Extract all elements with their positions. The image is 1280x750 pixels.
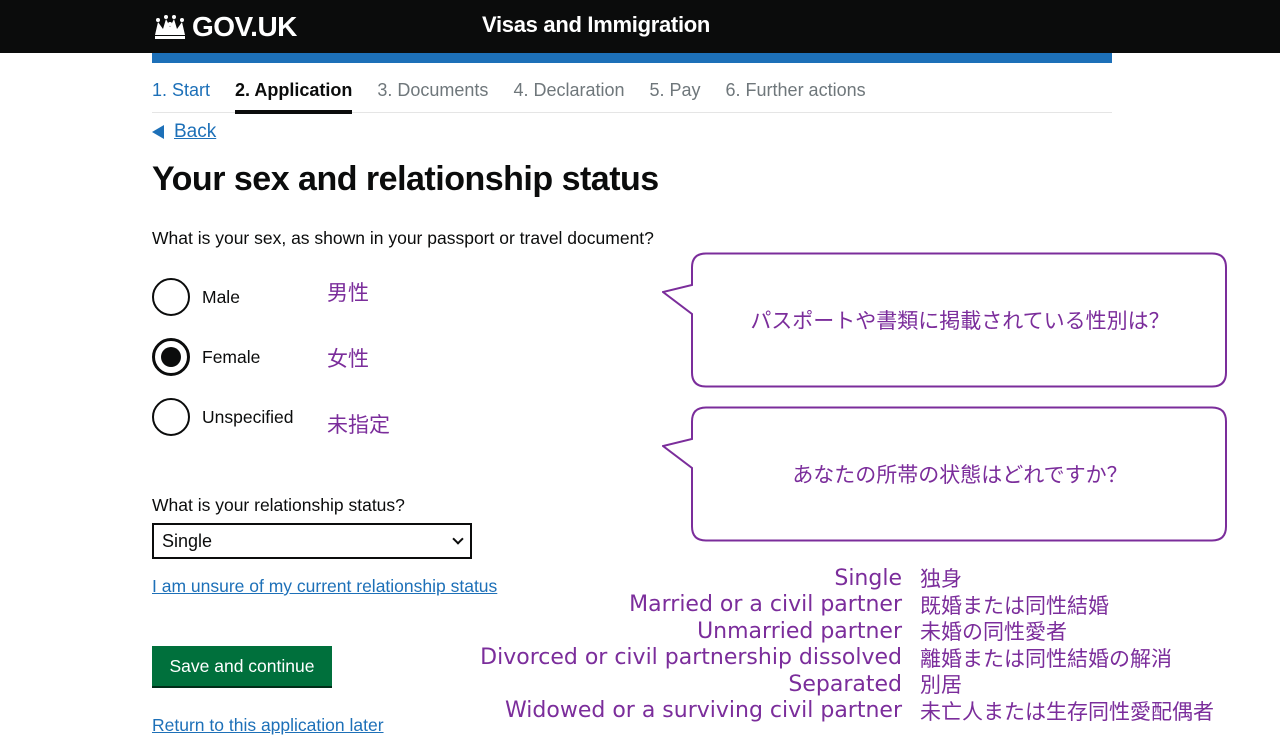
radio-female-label[interactable]: Female bbox=[202, 347, 260, 368]
crown-icon bbox=[155, 15, 185, 39]
progress-steps: 1. Start 2. Application 3. Documents 4. … bbox=[152, 80, 1112, 114]
step-application: 2. Application bbox=[235, 80, 353, 114]
translation-en: Unmarried partner bbox=[697, 618, 902, 644]
step-start[interactable]: 1. Start bbox=[152, 80, 210, 112]
save-and-continue-button[interactable]: Save and continue bbox=[152, 646, 332, 686]
step-further-actions: 6. Further actions bbox=[725, 80, 866, 100]
back-link-label: Back bbox=[174, 121, 217, 142]
radio-female-circle[interactable] bbox=[152, 338, 190, 376]
translation-en: Widowed or a surviving civil partner bbox=[505, 698, 902, 724]
translation-en: Married or a civil partner bbox=[629, 592, 902, 618]
translation-jp: 離婚または同性結婚の解消 bbox=[920, 646, 1172, 671]
jp-annotation-female: 女性 bbox=[327, 347, 369, 371]
govuk-logo-text: GOV.UK bbox=[192, 11, 297, 42]
step-documents: 3. Documents bbox=[377, 80, 489, 100]
govuk-logo-link[interactable]: GOV.UK bbox=[152, 10, 297, 44]
chevron-down-icon bbox=[452, 533, 464, 545]
translation-jp: 未婚の同性愛者 bbox=[920, 620, 1067, 645]
radio-female[interactable]: Female bbox=[152, 338, 260, 376]
relationship-status-value: Single bbox=[162, 530, 213, 551]
service-name[interactable]: Visas and Immigration bbox=[482, 12, 710, 38]
relationship-translations: Single 独身 Married or a civil partner 既婚ま… bbox=[440, 565, 1240, 724]
radio-unspecified-label[interactable]: Unspecified bbox=[202, 407, 293, 428]
speech-bubble-relationship: あなたの所帯の状態はどれですか？ bbox=[662, 406, 1228, 542]
return-later-link[interactable]: Return to this application later bbox=[152, 715, 384, 736]
translation-row: Widowed or a surviving civil partner 未亡人… bbox=[440, 698, 1240, 725]
gov-header: GOV.UK Visas and Immigration bbox=[0, 0, 1280, 53]
translation-row: Separated 別居 bbox=[440, 671, 1240, 698]
translation-row: Unmarried partner 未婚の同性愛者 bbox=[440, 618, 1240, 645]
header-blue-bar bbox=[152, 53, 1112, 63]
translation-jp: 既婚または同性結婚 bbox=[920, 593, 1109, 618]
radio-male-circle[interactable] bbox=[152, 278, 190, 316]
back-arrow-icon bbox=[152, 125, 164, 139]
translation-jp: 未亡人または生存同性愛配偶者 bbox=[920, 699, 1214, 724]
jp-annotation-unspecified: 未指定 bbox=[327, 413, 390, 437]
step-pay: 5. Pay bbox=[649, 80, 701, 100]
translation-jp: 別居 bbox=[920, 673, 962, 698]
radio-unspecified-circle[interactable] bbox=[152, 398, 190, 436]
translation-row: Single 独身 bbox=[440, 565, 1240, 592]
translation-en: Single bbox=[834, 565, 902, 591]
jp-annotation-male: 男性 bbox=[327, 281, 369, 305]
translation-row: Married or a civil partner 既婚または同性結婚 bbox=[440, 592, 1240, 619]
speech-bubble-relationship-text: あなたの所帯の状態はどれですか？ bbox=[792, 463, 1128, 487]
translation-en: Separated bbox=[788, 671, 902, 697]
sex-question: What is your sex, as shown in your passp… bbox=[152, 228, 654, 248]
relationship-question: What is your relationship status? bbox=[152, 495, 405, 515]
translation-en: Divorced or civil partnership dissolved bbox=[480, 645, 902, 671]
speech-bubble-sex: パスポートや書類に掲載されている性別は？ bbox=[662, 252, 1228, 388]
radio-male[interactable]: Male bbox=[152, 278, 240, 316]
speech-bubble-sex-text: パスポートや書類に掲載されている性別は？ bbox=[750, 309, 1170, 333]
back-link[interactable]: Back bbox=[152, 121, 216, 143]
step-declaration: 4. Declaration bbox=[513, 80, 625, 100]
radio-male-label[interactable]: Male bbox=[202, 287, 240, 308]
page-title: Your sex and relationship status bbox=[152, 160, 659, 198]
radio-unspecified[interactable]: Unspecified bbox=[152, 398, 293, 436]
translation-row: Divorced or civil partnership dissolved … bbox=[440, 645, 1240, 672]
relationship-status-select[interactable]: Single bbox=[152, 523, 472, 559]
translation-jp: 独身 bbox=[920, 567, 962, 592]
